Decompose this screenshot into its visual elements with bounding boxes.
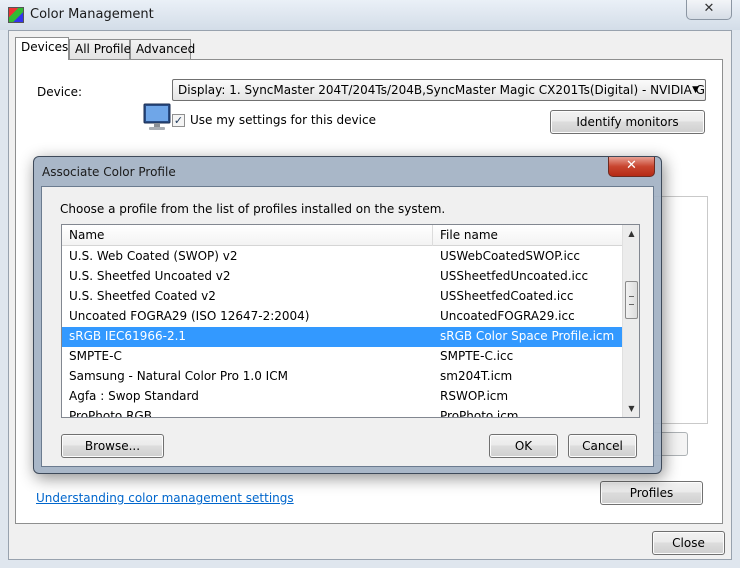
profile-file: RSWOP.icm — [440, 389, 509, 403]
device-dropdown-value: Display: 1. SyncMaster 204T/204Ts/204B,S… — [178, 83, 706, 97]
window-title: Color Management — [30, 7, 154, 22]
ok-button[interactable]: OK — [489, 434, 558, 458]
profile-row[interactable]: U.S. Sheetfed Uncoated v2 USSheetfedUnco… — [62, 267, 622, 287]
device-label: Device: — [37, 85, 83, 99]
profile-name: U.S. Web Coated (SWOP) v2 — [69, 249, 238, 263]
profile-list-header: Name File name — [62, 225, 622, 246]
cancel-button[interactable]: Cancel — [568, 434, 637, 458]
profile-file: sm204T.icm — [440, 369, 513, 383]
profiles-button[interactable]: Profiles — [600, 481, 703, 505]
use-my-settings-label: Use my settings for this device — [190, 113, 376, 127]
tab-devices[interactable]: Devices — [15, 37, 69, 60]
profile-list-scrollbar[interactable]: ▲ ▼ — [622, 225, 639, 417]
tab-all-profiles[interactable]: All Profiles — [69, 39, 137, 59]
profile-name: Agfa : Swop Standard — [69, 389, 199, 403]
profile-row[interactable]: ProPhoto RGB ProPhoto.icm — [62, 407, 622, 418]
profile-row[interactable]: SMPTE-C SMPTE-C.icc — [62, 347, 622, 367]
scroll-up-arrow-icon[interactable]: ▲ — [623, 225, 639, 242]
profile-name: sRGB IEC61966-2.1 — [69, 329, 187, 343]
dialog-instruction: Choose a profile from the list of profil… — [60, 202, 446, 216]
browse-button[interactable]: Browse... — [61, 434, 164, 458]
column-header-file-name[interactable]: File name — [440, 225, 498, 245]
profile-row[interactable]: U.S. Sheetfed Coated v2 USSheetfedCoated… — [62, 287, 622, 307]
profile-row[interactable]: Agfa : Swop Standard RSWOP.icm — [62, 387, 622, 407]
profile-file: UncoatedFOGRA29.icc — [440, 309, 575, 323]
profile-name: SMPTE-C — [69, 349, 122, 363]
tab-advanced[interactable]: Advanced — [130, 39, 195, 59]
scroll-down-arrow-icon[interactable]: ▼ — [623, 400, 639, 417]
profile-name: Samsung - Natural Color Pro 1.0 ICM — [69, 369, 288, 383]
profile-row[interactable]: Samsung - Natural Color Pro 1.0 ICM sm20… — [62, 367, 622, 387]
profile-file: USWebCoatedSWOP.icc — [440, 249, 580, 263]
color-management-app-icon — [8, 7, 24, 23]
dialog-title: Associate Color Profile — [42, 165, 176, 179]
profile-row[interactable]: U.S. Web Coated (SWOP) v2 USWebCoatedSWO… — [62, 247, 622, 267]
profile-file: sRGB Color Space Profile.icm — [440, 329, 615, 343]
profile-file: USSheetfedUncoated.icc — [440, 269, 589, 283]
column-header-name[interactable]: Name — [62, 225, 433, 246]
dialog-close-button[interactable]: ✕ — [608, 157, 655, 177]
profile-row[interactable]: Uncoated FOGRA29 (ISO 12647-2:2004) Unco… — [62, 307, 622, 327]
profile-file: ProPhoto.icm — [440, 409, 519, 418]
chevron-down-icon: ▼ — [692, 85, 699, 95]
profile-name: ProPhoto RGB — [69, 409, 152, 418]
associate-color-profile-dialog: Associate Color Profile ✕ Choose a profi… — [33, 156, 662, 474]
profile-row-selected[interactable]: sRGB IEC61966-2.1 sRGB Color Space Profi… — [62, 327, 622, 347]
understanding-color-management-link[interactable]: Understanding color management settings — [36, 491, 294, 505]
profile-name: Uncoated FOGRA29 (ISO 12647-2:2004) — [69, 309, 310, 323]
scrollbar-thumb[interactable] — [625, 281, 638, 319]
dialog-client-area: Choose a profile from the list of profil… — [41, 186, 654, 467]
monitor-icon — [143, 103, 171, 130]
profile-file: USSheetfedCoated.icc — [440, 289, 574, 303]
close-button[interactable]: Close — [652, 531, 725, 555]
profile-file: SMPTE-C.icc — [440, 349, 514, 363]
profile-name: U.S. Sheetfed Coated v2 — [69, 289, 216, 303]
identify-monitors-button[interactable]: Identify monitors — [550, 110, 705, 134]
window-close-button[interactable]: ✕ — [686, 0, 732, 20]
profile-name: U.S. Sheetfed Uncoated v2 — [69, 269, 231, 283]
device-dropdown[interactable]: Display: 1. SyncMaster 204T/204Ts/204B,S… — [172, 79, 706, 101]
use-my-settings-checkbox[interactable]: ✓ — [172, 114, 185, 127]
profile-list[interactable]: Name File name U.S. Web Coated (SWOP) v2… — [61, 224, 640, 418]
titlebar[interactable]: Color Management ✕ — [0, 0, 740, 30]
